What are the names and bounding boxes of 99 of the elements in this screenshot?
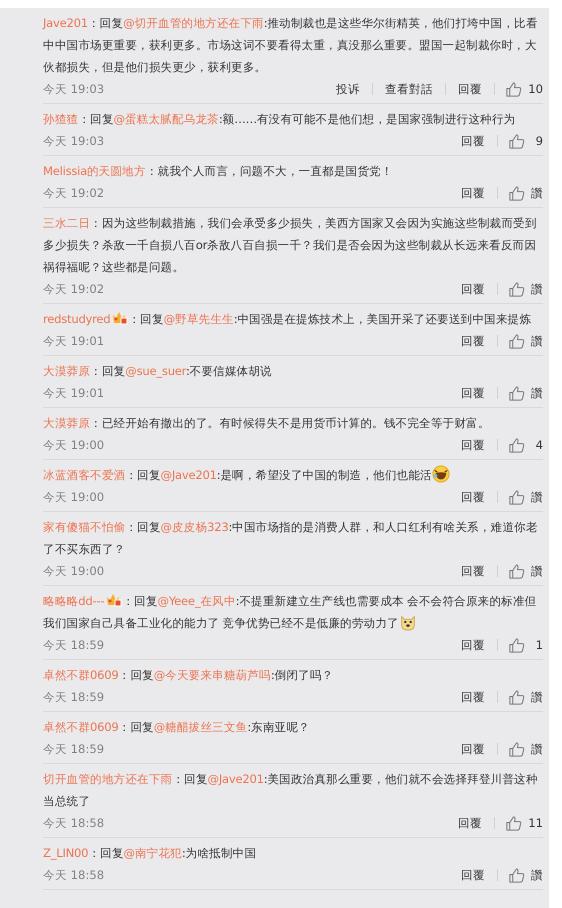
username-link[interactable]: 三水二日 [43,216,90,230]
comment-action-link[interactable]: 回覆 [459,868,487,882]
mention-link[interactable]: @sue_suer [125,364,186,378]
comment-text: 大漠莽原：回复@sue_suer:不要信媒体胡说 [43,363,273,380]
username-link[interactable]: Jave201 [43,16,88,30]
like-count: 10 [528,82,543,96]
thumbs-up-icon[interactable] [508,562,525,580]
thumbs-up-icon[interactable] [505,814,522,832]
comment-text: Z_LIN00：回复@南宁花犯:为啥抵制中国 [43,845,258,862]
comment-text: 切开血管的地方还在下雨：回复@Jave201:美国政治真那么重要，他们就不会选择拜登川普这种当总统了 [43,771,539,810]
like-count: 讚 [531,282,543,296]
username-link[interactable]: 大漠莽原 [43,416,90,430]
comment-action-link[interactable]: 回覆 [459,282,487,296]
comment-action-link[interactable]: 回覆 [459,690,487,704]
comment-action-link[interactable]: 回覆 [456,82,484,96]
like-count: 1 [534,638,543,652]
timestamp: 今天 19:00 [43,564,104,578]
like-count: 讚 [531,868,543,882]
mention-link[interactable]: @南宁花犯 [124,846,182,860]
comment-text: Jave201：回复@切开血管的地方还在下雨:推动制裁也是这些华尔街精英，他们打垮中国，比看中中国市场更重要，获利更多。市场这词不要看得太重，真没那么重要。盟国一起制裁你时，大伙都损失，但是他们损失更少，获利更多。 [43,15,539,76]
timestamp: 今天 19:02 [43,186,104,200]
mention-link[interactable]: @Yeee_在风中 [158,594,236,608]
like-count: 4 [534,438,543,452]
timestamp: 今天 19:00 [43,438,104,452]
mention-link[interactable]: @野草先生生 [164,312,234,326]
thumbs-up-icon[interactable] [508,280,525,298]
username-link[interactable]: 家有傻猫不怕偷 [43,520,126,534]
username-link[interactable]: 孙猹猹 [43,112,78,126]
comment-text: 略略略dd--- ：回复@Yeee_在风中:不提重新建立生产线也需要成本 会不会符合原来的标准但我们国家自己具备工业化的能力了 竞争优势已经不是低廉的劳动力了 [43,592,538,633]
timestamp: 今天 19:03 [43,134,104,148]
like-count: 讚 [531,564,543,578]
comment-text: 冰蓝酒客不爱酒：回复@Jave201:是啊，希望没了中国的制造，他们也能活 [43,464,543,486]
mention-link[interactable]: @切开血管的地方还在下雨 [123,16,264,30]
comment-text: 卓然不群0609：回复@糖醋拔丝三文鱼:东南亚呢？ [43,719,311,736]
thumbs-up-icon[interactable] [508,332,525,350]
username-link[interactable]: Melissia的天圆地方 [43,164,146,178]
username-link[interactable]: 大漠莽原 [43,364,90,378]
username-link[interactable]: 冰蓝酒客不爱酒 [43,468,126,482]
username-link[interactable]: 切开血管的地方还在下雨 [43,772,172,786]
comment-text: 大漠莽原：已经开始有撤出的了。有时候得失不是用货币计算的。钱不完全等于财富。 [43,415,490,432]
like-count: 11 [528,816,543,830]
comment-action-link[interactable]: 回覆 [459,742,487,756]
like-count: 讚 [531,386,543,400]
thumbs-up-icon[interactable] [508,866,525,884]
timestamp: 今天 18:59 [43,690,104,704]
comment-action-link[interactable]: 回覆 [459,134,487,148]
thumbs-up-icon[interactable] [508,688,525,706]
mention-link[interactable]: @Jave201 [160,468,217,482]
like-count: 讚 [531,490,543,504]
comment-action-link[interactable]: 回覆 [459,334,487,348]
comment-action-link[interactable]: 回覆 [459,386,487,400]
comment-text: redstudyred ：回复@野草先生生:中国强是在提炼技术上，美国开采了还要送到中国来提炼 [43,310,532,328]
comment-text: Melissia的天圆地方：就我个人而言，问题不大，一直都是国货党！ [43,163,394,180]
timestamp: 今天 18:58 [43,868,104,882]
username-link[interactable]: 略略略dd--- [43,594,104,608]
thumbs-up-icon[interactable] [508,636,525,654]
timestamp: 今天 19:01 [43,386,104,400]
comment-text: 家有傻猫不怕偷：回复@皮皮杨323:中国市场指的是消费人群，和人口红利有啥关系，难道你老了不买东西了？ [43,519,539,558]
comment-action-link[interactable]: 回覆 [459,438,487,452]
comment-text: 孙猹猹：回复@蛋糕太腻配乌龙茶:额……有没有可能不是他们想，是国家强制进行这种行为 [43,111,516,128]
thumbs-up-icon[interactable] [508,132,525,150]
thumbs-up-icon[interactable] [508,384,525,402]
timestamp: 今天 18:59 [43,742,104,756]
comment-text: 三水二日：因为这些制裁措施，我们会承受多少损失，美西方国家又会因为实施这些制裁而受到多少损失？杀敌一千自损八百or杀敌八百自损一千？我们是否会因为这些制裁从长远来看反而因祸得福呢？这些都是问题。 [43,215,538,276]
comment-action-link[interactable]: 回覆 [459,638,487,652]
username-link[interactable]: redstudyred [43,312,110,326]
comment-action-link[interactable]: 投诉 [334,82,362,96]
username-link[interactable]: Z_LIN00 [43,846,88,860]
username-link[interactable]: 卓然不群0609 [43,720,119,734]
like-count: 讚 [531,690,543,704]
mention-link[interactable]: @蛋糕太腻配乌龙茶 [114,112,219,126]
comment-text: 卓然不群0609：回复@今天要来串糖葫芦吗:倒闭了吗？ [43,667,334,684]
thumbs-up-icon[interactable] [508,488,525,506]
timestamp: 今天 19:02 [43,282,104,296]
mention-link[interactable]: @糖醋拔丝三文鱼 [154,720,248,734]
thumbs-up-icon[interactable] [508,436,525,454]
comment-action-link[interactable]: 查看對話 [383,82,436,96]
username-link[interactable]: 卓然不群0609 [43,668,119,682]
comment-action-link[interactable]: 回覆 [459,490,487,504]
mention-link[interactable]: @今天要来串糖葫芦吗 [154,668,271,682]
laughing-face-icon [432,465,450,483]
timestamp: 今天 19:03 [43,82,104,96]
timestamp: 今天 19:00 [43,490,104,504]
dog-face-icon [398,613,417,631]
thumbs-up-icon[interactable] [508,184,525,202]
like-count: 讚 [531,334,543,348]
thumbs-up-icon[interactable] [505,80,522,98]
like-count: 讚 [531,742,543,756]
like-count: 9 [534,134,543,148]
mention-link[interactable]: @Jave201 [208,772,264,786]
timestamp: 今天 18:59 [43,638,104,652]
comment-action-link[interactable]: 回覆 [456,816,484,830]
comment-action-link[interactable]: 回覆 [459,564,487,578]
comment-action-link[interactable]: 回覆 [459,186,487,200]
thumbs-up-icon[interactable] [508,740,525,758]
mention-link[interactable]: @皮皮杨323 [160,520,228,534]
timestamp: 今天 19:01 [43,334,104,348]
timestamp: 今天 18:58 [43,816,104,830]
like-count: 讚 [531,186,543,200]
